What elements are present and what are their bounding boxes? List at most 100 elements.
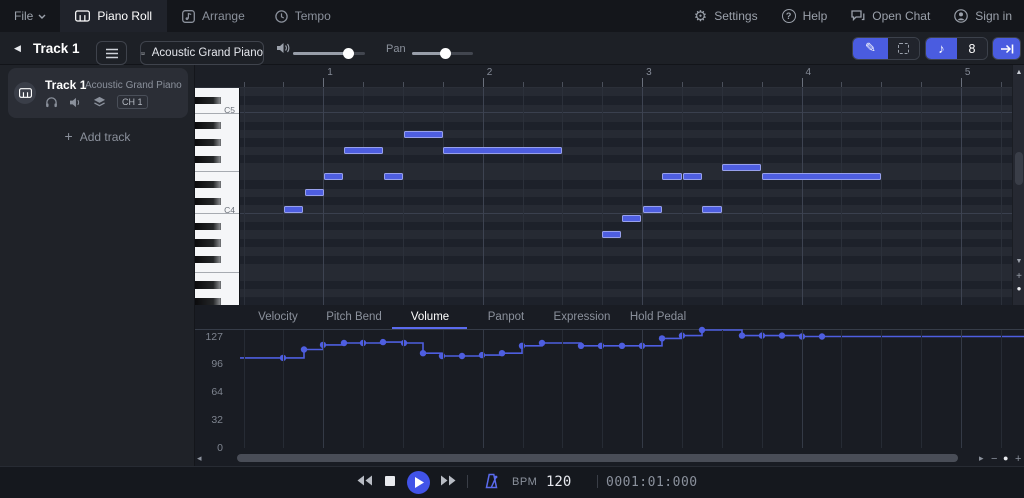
fast-forward-button[interactable]: [440, 475, 457, 486]
piano-key-black[interactable]: [195, 122, 221, 129]
midi-note-E4[interactable]: [683, 173, 702, 180]
jump-to-end-button[interactable]: [992, 37, 1021, 60]
automation-point[interactable]: [578, 343, 584, 349]
piano-key-white[interactable]: [195, 130, 240, 138]
file-menu[interactable]: File: [0, 0, 60, 32]
automation-point[interactable]: [819, 333, 825, 339]
piano-key-black[interactable]: [195, 198, 221, 205]
piano-key-black[interactable]: [195, 156, 221, 163]
piano-key-black[interactable]: [195, 181, 221, 188]
back-button[interactable]: ◀: [14, 43, 28, 55]
automation-point[interactable]: [401, 340, 407, 346]
pencil-tool-button[interactable]: ✎: [853, 38, 888, 59]
scroll-down-icon[interactable]: ▼: [1013, 258, 1024, 265]
piano-keyboard[interactable]: C5C4: [195, 88, 240, 305]
piano-key-white[interactable]: [195, 289, 240, 297]
rewind-button[interactable]: [356, 475, 373, 486]
pan-slider-thumb[interactable]: [440, 48, 451, 59]
midi-note-B3[interactable]: [622, 215, 641, 222]
piano-key-white[interactable]: [195, 230, 240, 238]
scroll-up-icon[interactable]: ▲: [1013, 69, 1024, 76]
tab-piano-roll[interactable]: Piano Roll: [60, 0, 167, 32]
pan-slider[interactable]: [412, 52, 473, 55]
piano-key-white[interactable]: [195, 214, 240, 222]
piano-key-black[interactable]: [195, 281, 221, 288]
current-track-name[interactable]: Track 1: [33, 41, 80, 56]
measure-ruler[interactable]: 12345: [195, 65, 1024, 88]
bpm-value[interactable]: 120: [546, 474, 571, 490]
settings-button[interactable]: ⚙ Settings: [682, 0, 770, 32]
midi-note-E4[interactable]: [384, 173, 403, 180]
automation-point[interactable]: [699, 327, 705, 333]
sign-in-button[interactable]: Sign in: [942, 0, 1024, 32]
midi-note-E4[interactable]: [324, 173, 343, 180]
stop-button[interactable]: [385, 476, 395, 486]
piano-key-black[interactable]: [195, 239, 221, 246]
midi-note-G4[interactable]: [443, 147, 562, 154]
tab-arrange[interactable]: Arrange: [167, 0, 260, 32]
automation-point[interactable]: [779, 332, 785, 338]
metronome-icon[interactable]: [484, 473, 499, 489]
piano-key-black[interactable]: [195, 256, 221, 263]
zoom-out-horizontal-icon[interactable]: −: [991, 453, 997, 465]
layers-icon[interactable]: [93, 96, 106, 108]
channel-badge[interactable]: CH 1: [117, 95, 148, 109]
vertical-scrollbar-thumb[interactable]: [1015, 152, 1023, 185]
add-track-button[interactable]: +Add track: [0, 128, 195, 144]
midi-note-E4[interactable]: [762, 173, 881, 180]
midi-note-G4[interactable]: [344, 147, 383, 154]
midi-note-D4[interactable]: [305, 189, 324, 196]
zoom-in-vertical-icon[interactable]: +: [1013, 271, 1024, 282]
piano-key-white[interactable]: [195, 88, 240, 96]
piano-key-black[interactable]: [195, 97, 221, 104]
volume-slider[interactable]: [293, 52, 365, 55]
piano-key-white[interactable]: [195, 189, 240, 197]
piano-key-white[interactable]: [195, 147, 240, 155]
midi-note-C4[interactable]: [284, 206, 303, 213]
zoom-in-horizontal-icon[interactable]: +: [1015, 453, 1021, 465]
midi-note-C4[interactable]: [643, 206, 662, 213]
horizontal-scrollbar-thumb[interactable]: [237, 454, 958, 462]
open-chat-button[interactable]: Open Chat: [839, 0, 942, 32]
help-button[interactable]: ? Help: [770, 0, 840, 32]
midi-note-F4[interactable]: [722, 164, 761, 171]
midi-note-A4[interactable]: [404, 131, 443, 138]
scroll-left-icon[interactable]: ◂: [197, 453, 202, 464]
volume-automation-chart[interactable]: [195, 305, 1024, 466]
midi-note-A3[interactable]: [602, 231, 621, 238]
quantize-value[interactable]: 8: [957, 38, 987, 59]
zoom-handle-dot-icon[interactable]: ●: [1003, 453, 1008, 463]
instrument-button[interactable]: Acoustic Grand Piano: [140, 41, 264, 65]
automation-point[interactable]: [380, 339, 386, 345]
automation-point[interactable]: [301, 346, 307, 352]
tab-tempo[interactable]: Tempo: [260, 0, 346, 32]
midi-note-C4[interactable]: [702, 206, 722, 213]
solo-headphones-icon[interactable]: [45, 96, 58, 108]
piano-key-black[interactable]: [195, 223, 221, 230]
track-list-button[interactable]: [96, 41, 127, 65]
automation-point[interactable]: [341, 340, 347, 346]
automation-point[interactable]: [539, 340, 545, 346]
automation-point[interactable]: [499, 350, 505, 356]
volume-slider-thumb[interactable]: [343, 48, 354, 59]
piano-key-white[interactable]: [195, 272, 240, 280]
play-button[interactable]: [407, 471, 430, 494]
piano-key-black[interactable]: [195, 298, 221, 305]
selection-tool-button[interactable]: [888, 38, 919, 59]
midi-note-E4[interactable]: [662, 173, 682, 180]
piano-key-white[interactable]: [195, 113, 240, 121]
automation-point[interactable]: [739, 332, 745, 338]
automation-point[interactable]: [459, 353, 465, 359]
zoom-handle-dot-icon[interactable]: ●: [1013, 284, 1024, 293]
automation-point[interactable]: [659, 335, 665, 341]
quantize-note-button[interactable]: ♪: [926, 38, 957, 59]
scroll-right-icon[interactable]: ▸: [979, 453, 984, 464]
mute-volume-icon[interactable]: [69, 97, 82, 108]
piano-key-white[interactable]: [195, 172, 240, 180]
vertical-scrollbar[interactable]: ▲ ▼ + ●: [1012, 65, 1024, 305]
note-grid[interactable]: [240, 88, 1012, 305]
automation-point[interactable]: [420, 350, 426, 356]
piano-key-white[interactable]: [195, 247, 240, 255]
piano-key-black[interactable]: [195, 139, 221, 146]
track-card[interactable]: Track 1 Acoustic Grand Piano CH 1: [8, 68, 188, 118]
